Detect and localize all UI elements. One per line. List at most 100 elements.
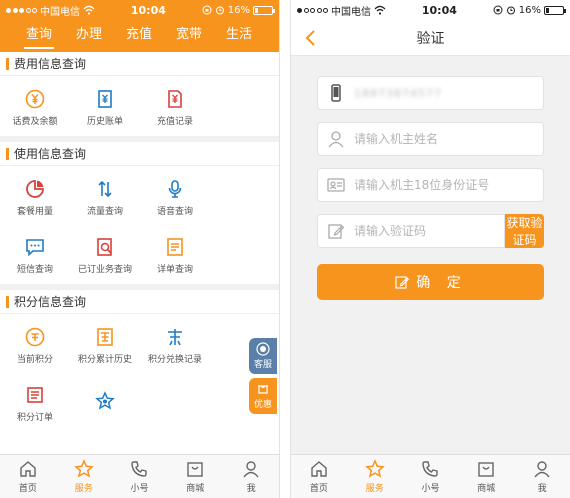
- section-points-title: 积分信息查询: [14, 295, 87, 309]
- subscribed-service-icon: [97, 237, 112, 256]
- item-subscribed-service[interactable]: 已订业务查询: [70, 226, 140, 284]
- get-code-button[interactable]: 获取验证码: [505, 214, 544, 248]
- nav-home[interactable]: 首页: [0, 455, 56, 498]
- item-data-query[interactable]: 流量查询: [70, 168, 140, 226]
- battery-percent: 16%: [518, 4, 541, 16]
- mall-icon: [478, 462, 494, 477]
- phone-icon: [422, 461, 439, 477]
- carrier-label: 中国电信: [331, 6, 371, 18]
- message-icon: [26, 238, 44, 256]
- item-points-order[interactable]: 积分订单: [0, 374, 70, 432]
- tab-life[interactable]: 生活: [214, 20, 264, 52]
- service-query-screen: 中国电信 10:04 16% 查询 办理 充值 宽带 生活 费用信息查询 话费及…: [0, 0, 280, 498]
- nav-service[interactable]: 服务: [347, 455, 403, 498]
- wifi-icon: [83, 5, 95, 15]
- yuan-coin-icon: [25, 89, 45, 108]
- wifi-icon: [374, 5, 386, 15]
- item-detail-list[interactable]: 详单查询: [140, 226, 210, 284]
- tab-handle[interactable]: 办理: [64, 20, 114, 52]
- confirm-edit-icon: [395, 276, 410, 289]
- nav-home[interactable]: 首页: [291, 455, 347, 498]
- item-points-exchange[interactable]: 积分兑换记录: [140, 316, 210, 374]
- status-bar: 中国电信 10:04 16%: [0, 0, 279, 20]
- tab-query[interactable]: 查询: [14, 20, 64, 52]
- verification-screen: 中国电信 10:04 16% 验证 18973874577 请输入机主姓名 请输…: [290, 0, 570, 498]
- item-sms-query[interactable]: 短信查询: [0, 226, 70, 284]
- phone-number-field: 18973874577: [317, 76, 544, 110]
- points-history-icon: [97, 327, 113, 346]
- tab-broadband[interactable]: 宽带: [164, 20, 214, 52]
- item-package-usage[interactable]: 套餐用量: [0, 168, 70, 226]
- verification-code-row: 获取验证码: [317, 214, 544, 248]
- id-card-icon: [327, 178, 345, 192]
- phone-number-value: 18973874577: [354, 86, 442, 100]
- item-recharge-record[interactable]: 充值记录: [140, 78, 210, 136]
- item-points-history[interactable]: 积分累计历史: [70, 316, 140, 374]
- star-icon: [73, 459, 94, 478]
- item-history-bill[interactable]: 历史账单: [70, 78, 140, 136]
- mobile-phone-icon: [331, 84, 341, 102]
- points-grid: 当前积分 积分累计历史 积分兑换记录 积分订单: [0, 314, 279, 432]
- section-usage-header: 使用信息查询: [0, 142, 279, 166]
- detail-list-icon: [167, 237, 183, 256]
- microphone-icon: [168, 179, 182, 198]
- nav-header: 验证: [291, 20, 570, 56]
- verification-code-input[interactable]: [354, 215, 504, 247]
- item-balance[interactable]: 话费及余额: [0, 78, 70, 136]
- customer-service-button[interactable]: 客服: [249, 338, 277, 374]
- signal-icon: [297, 7, 328, 13]
- category-tabs: 查询 办理 充值 宽带 生活: [0, 20, 279, 52]
- user-icon: [534, 461, 550, 478]
- page-title: 验证: [416, 30, 445, 47]
- owner-name-input[interactable]: [354, 123, 543, 155]
- nav-me[interactable]: 我: [514, 455, 570, 498]
- confirm-button[interactable]: 确 定: [317, 264, 544, 300]
- battery-icon: [544, 5, 566, 15]
- id-number-field: [317, 168, 544, 202]
- gift-icon: [258, 385, 268, 394]
- pie-chart-icon: [26, 179, 44, 198]
- discount-label: 优惠: [253, 400, 272, 410]
- nav-mall[interactable]: 商城: [167, 455, 223, 498]
- rotation-lock-icon: [493, 5, 503, 15]
- user-icon: [243, 461, 259, 478]
- nav-small-number[interactable]: 小号: [112, 455, 168, 498]
- usage-grid: 套餐用量 流量查询 语音查询 短信查询 已订业务查询 详单查询: [0, 166, 279, 284]
- fee-grid: 话费及余额 历史账单 充值记录: [0, 76, 279, 136]
- mall-icon: [187, 462, 203, 477]
- points-coin-icon: [25, 327, 45, 346]
- tab-recharge[interactable]: 充值: [114, 20, 164, 52]
- verification-code-field: [317, 214, 505, 248]
- recharge-record-icon: [168, 89, 182, 108]
- carrier-label: 中国电信: [40, 6, 80, 18]
- section-points-header: 积分信息查询: [0, 290, 279, 314]
- battery-percent: 16%: [227, 4, 250, 16]
- nav-me[interactable]: 我: [223, 455, 279, 498]
- customer-service-label: 客服: [253, 360, 272, 370]
- section-fee-header: 费用信息查询: [0, 52, 279, 76]
- section-usage-title: 使用信息查询: [14, 147, 87, 161]
- star-icon: [364, 459, 385, 478]
- discount-button[interactable]: 优惠: [249, 378, 277, 414]
- home-icon: [20, 461, 36, 477]
- nav-small-number[interactable]: 小号: [403, 455, 459, 498]
- person-icon: [328, 131, 344, 148]
- item-current-points[interactable]: 当前积分: [0, 316, 70, 374]
- phone-icon: [131, 461, 148, 477]
- bottom-nav: 首页 服务 小号 商城 我: [0, 454, 279, 498]
- nav-mall[interactable]: 商城: [458, 455, 514, 498]
- status-time: 10:04: [421, 3, 457, 17]
- verification-form: 18973874577 获取验证码 确 定: [291, 56, 570, 300]
- star-badge-icon: [95, 391, 115, 410]
- home-icon: [311, 461, 327, 477]
- bottom-nav: 首页 服务 小号 商城 我: [291, 454, 570, 498]
- id-number-input[interactable]: [354, 169, 543, 201]
- headset-icon: [256, 342, 270, 356]
- rotation-lock-icon: [202, 5, 212, 15]
- status-time: 10:04: [130, 3, 166, 17]
- item-star-badge[interactable]: [70, 374, 140, 432]
- battery-icon: [253, 5, 275, 15]
- item-voice-query[interactable]: 语音查询: [140, 168, 210, 226]
- nav-service[interactable]: 服务: [56, 455, 112, 498]
- back-chevron-icon[interactable]: [301, 28, 321, 48]
